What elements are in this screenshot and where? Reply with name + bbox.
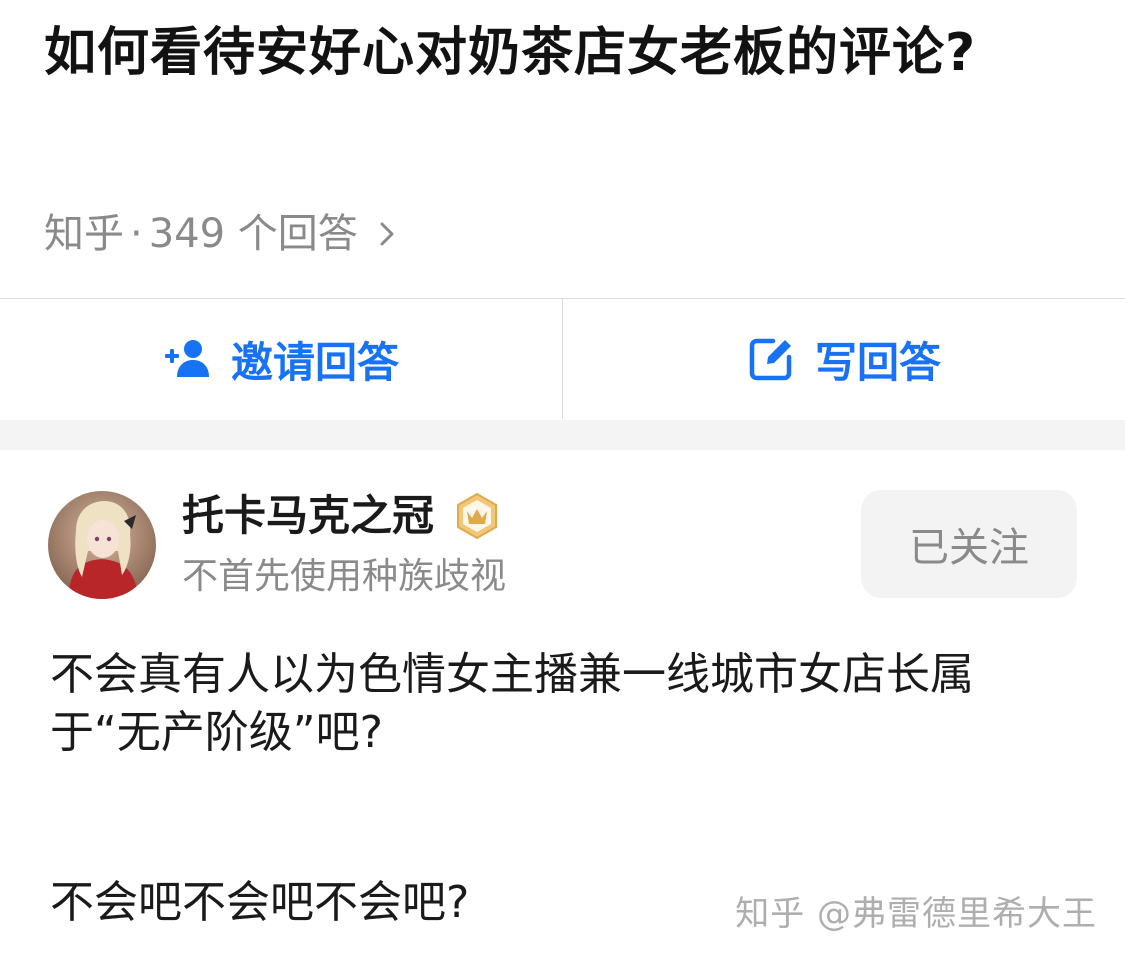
- author-name-text: 托卡马克之冠: [182, 491, 435, 540]
- watermark: 知乎 @弗雷德里希大王: [735, 894, 1097, 934]
- follow-button[interactable]: 已关注: [861, 490, 1077, 598]
- action-bar: 邀请回答 写回答: [0, 298, 1125, 419]
- author-bio: 不首先使用种族歧视: [182, 556, 507, 597]
- question-meta[interactable]: 知乎 · 349 个回答: [44, 206, 402, 262]
- answer-card: 托卡马克之冠 不首先使用种族歧视 已关注 不会真有人以为色情女主播兼一线城市女店…: [0, 450, 1125, 957]
- question-title[interactable]: 如何看待安好心对奶茶店女老板的评论?: [44, 14, 1044, 92]
- meta-separator: ·: [130, 211, 143, 257]
- author-name[interactable]: 托卡马克之冠: [182, 488, 502, 544]
- write-answer-button[interactable]: 写回答: [563, 299, 1125, 419]
- add-user-icon: [164, 340, 209, 377]
- crown-badge-icon: [457, 492, 498, 540]
- answer-count: 349 个回答: [148, 211, 358, 257]
- chevron-right-icon: [380, 222, 394, 246]
- invite-answer-label: 邀请回答: [230, 337, 399, 387]
- edit-icon: [749, 338, 792, 381]
- invite-answer-button[interactable]: 邀请回答: [0, 299, 563, 419]
- source-label: 知乎: [44, 211, 124, 257]
- question-header: 如何看待安好心对奶茶店女老板的评论? 知乎 · 349 个回答: [0, 0, 1125, 298]
- section-divider: [0, 420, 1125, 450]
- avatar[interactable]: [48, 491, 156, 599]
- answer-paragraph: 不会真有人以为色情女主播兼一线城市女店长属于“无产阶级”吧?: [50, 649, 974, 758]
- write-answer-label: 写回答: [814, 337, 941, 387]
